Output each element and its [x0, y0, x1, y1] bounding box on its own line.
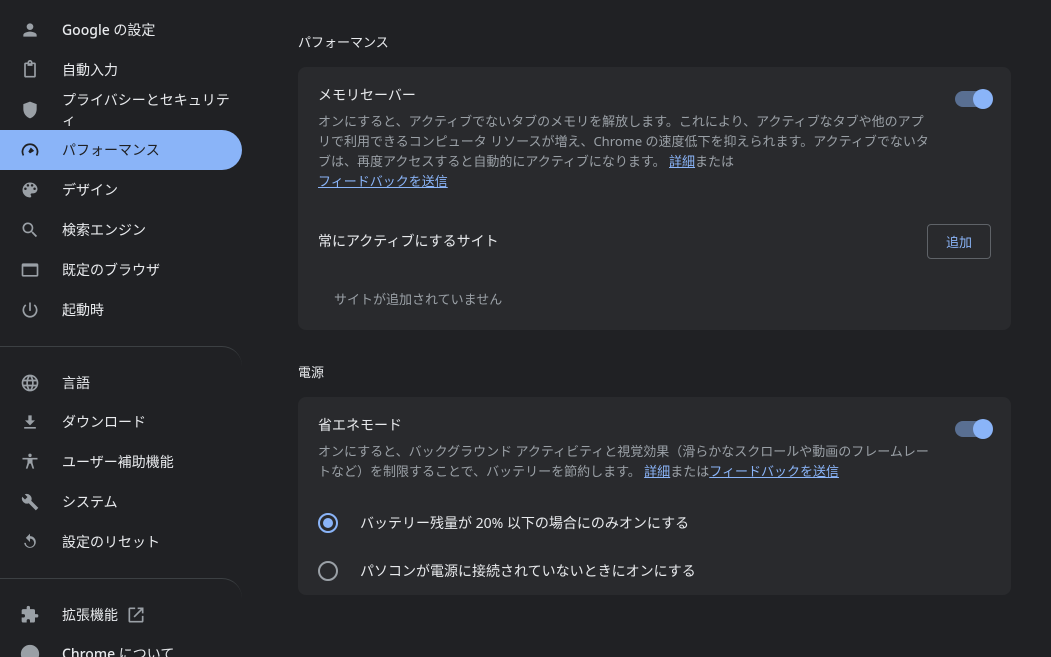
energy-saver-title: 省エネモード: [318, 415, 935, 435]
sidebar-label: 検索エンジン: [62, 220, 146, 240]
chrome-icon: [20, 644, 40, 657]
no-sites-message: サイトが追加されていません: [298, 273, 1011, 330]
energy-saver-toggle[interactable]: [955, 421, 991, 437]
sidebar-item-search[interactable]: 検索エンジン: [0, 210, 242, 250]
sidebar-item-startup[interactable]: 起動時: [0, 290, 242, 330]
memory-saver-toggle[interactable]: [955, 91, 991, 107]
sidebar-item-autofill[interactable]: 自動入力: [0, 50, 242, 90]
sidebar-label: 設定のリセット: [62, 532, 160, 552]
clipboard-icon: [20, 60, 40, 80]
sidebar-label: 起動時: [62, 300, 104, 320]
search-icon: [20, 220, 40, 240]
sidebar-item-default-browser[interactable]: 既定のブラウザ: [0, 250, 242, 290]
sidebar-item-accessibility[interactable]: ユーザー補助機能: [0, 442, 242, 482]
sidebar-label: デザイン: [62, 180, 118, 200]
sidebar-label: システム: [62, 492, 118, 512]
memory-saver-learn-more-link[interactable]: 詳細: [669, 152, 695, 170]
radio-icon: [318, 513, 338, 533]
sidebar-label: 拡張機能: [62, 605, 118, 625]
add-site-button[interactable]: 追加: [927, 224, 991, 259]
memory-saver-feedback-link[interactable]: フィードバックを送信: [318, 172, 448, 190]
speedometer-icon: [20, 140, 40, 160]
sidebar-label: Google の設定: [62, 20, 155, 40]
sidebar-item-google[interactable]: Google の設定: [0, 10, 242, 50]
sidebar-item-download[interactable]: ダウンロード: [0, 402, 242, 442]
energy-saver-learn-more-link[interactable]: 詳細: [644, 462, 670, 480]
section-title-performance: パフォーマンス: [298, 32, 1011, 51]
sidebar-item-extensions[interactable]: 拡張機能: [0, 578, 242, 634]
person-icon: [20, 20, 40, 40]
sidebar-item-about[interactable]: Chrome について: [0, 634, 242, 657]
browser-icon: [20, 260, 40, 280]
sidebar-item-performance[interactable]: パフォーマンス: [0, 130, 242, 170]
external-link-icon: [126, 605, 146, 625]
sidebar-item-language[interactable]: 言語: [0, 346, 242, 402]
energy-saver-card: 省エネモード オンにすると、バックグラウンド アクティビティと視覚効果（滑らかな…: [298, 397, 1011, 595]
wrench-icon: [20, 492, 40, 512]
reset-icon: [20, 532, 40, 552]
power-icon: [20, 300, 40, 320]
radio-label: パソコンが電源に接続されていないときにオンにする: [360, 561, 696, 581]
sidebar-item-privacy[interactable]: プライバシーとセキュリティ: [0, 90, 242, 130]
always-active-title: 常にアクティブにするサイト: [318, 231, 499, 251]
sidebar-item-reset[interactable]: 設定のリセット: [0, 522, 242, 562]
sidebar-label: ダウンロード: [62, 412, 146, 432]
sidebar-label: 既定のブラウザ: [62, 260, 160, 280]
sidebar-label: Chrome について: [62, 644, 174, 657]
palette-icon: [20, 180, 40, 200]
memory-saver-title: メモリセーバー: [318, 85, 935, 105]
sidebar-item-system[interactable]: システム: [0, 482, 242, 522]
radio-icon: [318, 561, 338, 581]
settings-sidebar: Google の設定 自動入力 プライバシーとセキュリティ パフォーマンス デザ…: [0, 0, 258, 657]
sidebar-label: 自動入力: [62, 60, 118, 80]
extension-icon: [20, 605, 40, 625]
energy-option-unplugged[interactable]: パソコンが電源に接続されていないときにオンにする: [298, 547, 1011, 595]
shield-icon: [20, 100, 40, 120]
section-title-power: 電源: [298, 362, 1011, 381]
memory-saver-desc: オンにすると、アクティブでないタブのメモリを解放します。これにより、アクティブな…: [318, 111, 935, 192]
download-icon: [20, 412, 40, 432]
sidebar-label: 言語: [62, 373, 90, 393]
sidebar-label: パフォーマンス: [62, 140, 160, 160]
memory-saver-card: メモリセーバー オンにすると、アクティブでないタブのメモリを解放します。これによ…: [298, 67, 1011, 330]
energy-saver-feedback-link[interactable]: フィードバックを送信: [709, 462, 839, 480]
sidebar-label: ユーザー補助機能: [62, 452, 174, 472]
globe-icon: [20, 373, 40, 393]
settings-main: パフォーマンス メモリセーバー オンにすると、アクティブでないタブのメモリを解放…: [258, 0, 1051, 657]
accessibility-icon: [20, 452, 40, 472]
sidebar-item-design[interactable]: デザイン: [0, 170, 242, 210]
energy-saver-desc: オンにすると、バックグラウンド アクティビティと視覚効果（滑らかなスクロールや動…: [318, 441, 935, 481]
radio-label: バッテリー残量が 20% 以下の場合にのみオンにする: [360, 513, 689, 533]
energy-option-battery-20[interactable]: バッテリー残量が 20% 以下の場合にのみオンにする: [298, 499, 1011, 547]
sidebar-label: プライバシーとセキュリティ: [62, 90, 242, 130]
